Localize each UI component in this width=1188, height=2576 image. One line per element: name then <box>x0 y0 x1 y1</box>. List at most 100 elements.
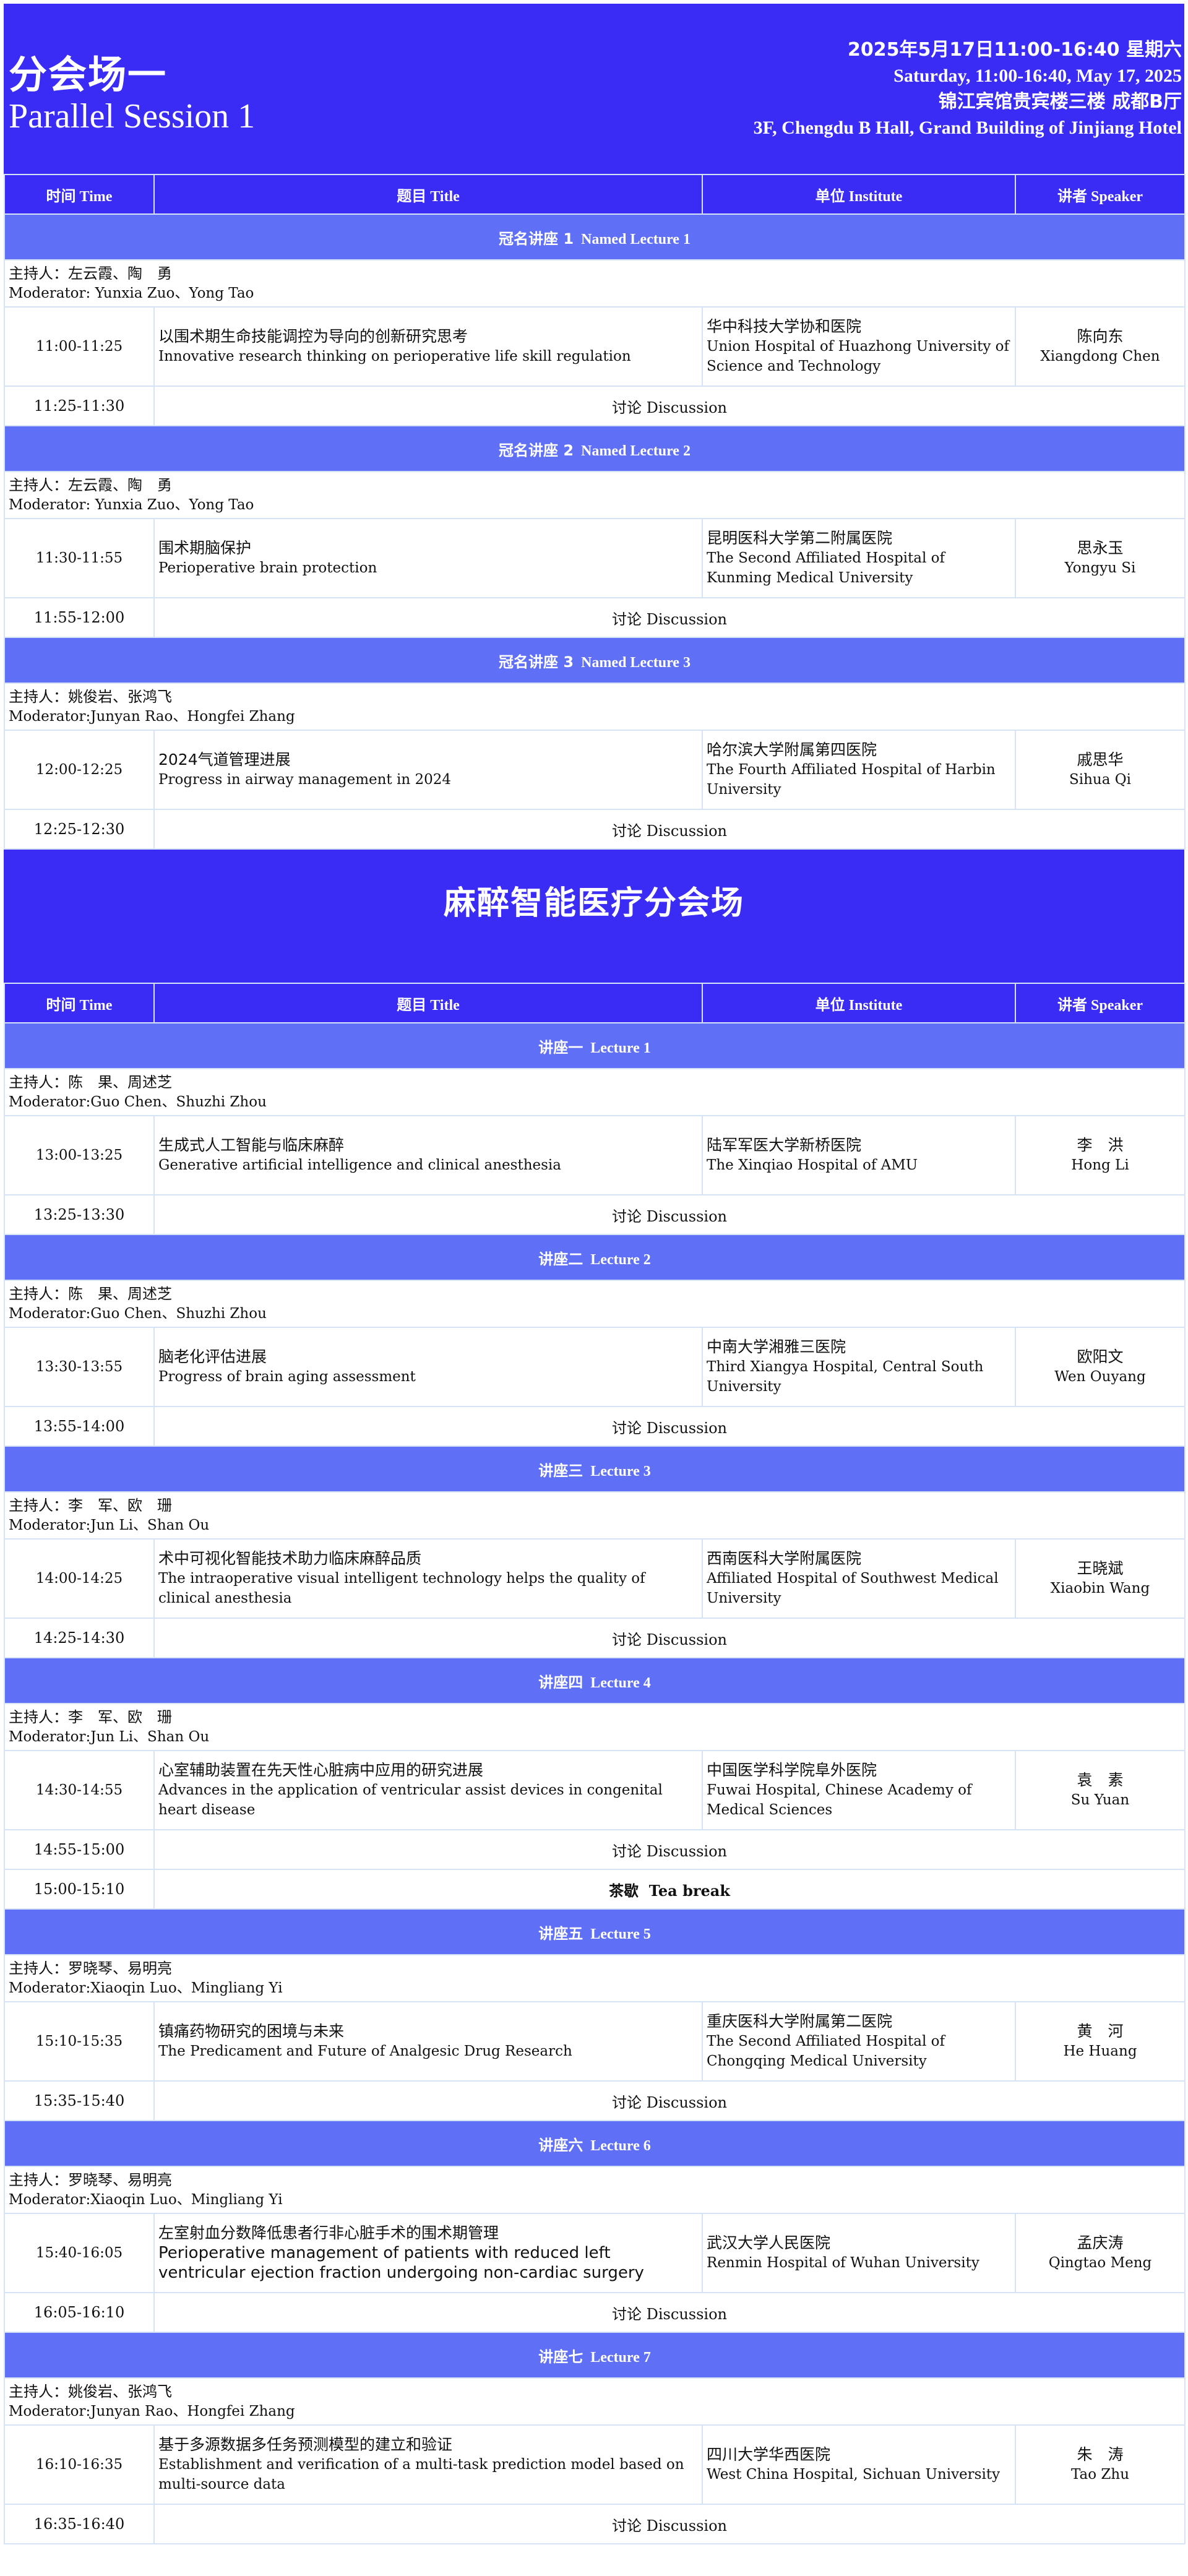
discussion-label: 讨论 Discussion <box>153 597 1186 638</box>
discussion-label: 讨论 Discussion <box>153 1618 1186 1658</box>
discussion-time: 13:25-13:30 <box>4 1194 155 1235</box>
lecture-label-en: Lecture 4 <box>590 1674 651 1691</box>
discussion-time: 16:05-16:10 <box>4 2292 155 2333</box>
discussion-label: 讨论 Discussion <box>153 1829 1186 1870</box>
break-label: 茶歇 Tea break <box>153 1869 1186 1910</box>
session1-title-en: Parallel Session 1 <box>9 97 256 136</box>
header-institute: 单位 Institute <box>702 983 1016 1023</box>
discussion-time: 12:25-12:30 <box>4 809 155 850</box>
discussion-time: 14:25-14:30 <box>4 1618 155 1658</box>
lecture-label-en: Lecture 5 <box>590 1926 651 1942</box>
speaker-zh: 袁 素 <box>1077 1771 1124 1789</box>
discussion-row: 13:55-14:00 讨论 Discussion <box>4 1406 1186 1447</box>
speaker-en: Sihua Qi <box>1069 772 1131 788</box>
moderator-en: Moderator: Yunxia Zuo、Yong Tao <box>9 285 254 301</box>
talk-title-en: Perioperative brain protection <box>158 560 377 576</box>
talk-title-zh: 心室辅助装置在先天性心脏病中应用的研究进展 <box>158 1761 484 1779</box>
session2-title: 麻醉智能医疗分会场 <box>443 885 744 922</box>
tea-break-row: 15:00-15:10 茶歇 Tea break <box>4 1869 1186 1910</box>
speaker-en: Yongyu Si <box>1064 560 1136 576</box>
discussion-row: 11:55-12:00 讨论 Discussion <box>4 597 1186 638</box>
table-row: 14:00-14:25 术中可视化智能技术助力临床麻醉品质 The intrao… <box>4 1538 1186 1619</box>
speaker-en: Qingtao Meng <box>1048 2255 1152 2271</box>
discussion-label: 讨论 Discussion <box>153 386 1186 426</box>
lecture-label-zh: 冠名讲座 3 <box>499 653 574 671</box>
moderator-en: Moderator: Yunxia Zuo、Yong Tao <box>9 497 254 513</box>
lecture-label-en: Lecture 2 <box>590 1251 651 1268</box>
institute-zh: 武汉大学人民医院 <box>707 2234 831 2252</box>
talk-institute: 中国医学科学院阜外医院 Fuwai Hospital, Chinese Acad… <box>702 1750 1016 1830</box>
talk-title: 镇痛药物研究的困境与未来 The Predicament and Future … <box>153 2001 703 2082</box>
session1-header: 分会场一 Parallel Session 1 2025年5月17日11:00-… <box>4 4 1184 174</box>
header-speaker: 讲者 Speaker <box>1015 983 1186 1023</box>
moderator-en: Moderator:Guo Chen、Shuzhi Zhou <box>9 1094 267 1110</box>
session1-title-zh: 分会场一 <box>9 52 168 97</box>
lecture-bar: 讲座三 Lecture 3 <box>4 1445 1186 1493</box>
lecture-bar: 讲座六 Lecture 6 <box>4 2120 1186 2167</box>
session1-table: 时间 Time 题目 Title 单位 Institute 讲者 Speaker… <box>4 174 1186 850</box>
speaker-zh: 王晓斌 <box>1077 1559 1124 1577</box>
lecture-bar: 讲座一 Lecture 1 <box>4 1022 1186 1069</box>
institute-zh: 昆明医科大学第二附属医院 <box>707 529 893 547</box>
lecture-bar: 冠名讲座 1 Named Lecture 1 <box>4 213 1186 261</box>
discussion-row: 13:25-13:30 讨论 Discussion <box>4 1194 1186 1235</box>
moderator-en: Moderator:Guo Chen、Shuzhi Zhou <box>9 1306 267 1322</box>
discussion-label: 讨论 Discussion <box>153 2504 1186 2544</box>
talk-title-zh: 基于多源数据多任务预测模型的建立和验证 <box>158 2436 453 2453</box>
header-time: 时间 Time <box>4 983 155 1023</box>
talk-time: 14:00-14:25 <box>4 1538 155 1619</box>
talk-title-en: Innovative research thinking on perioper… <box>158 348 631 364</box>
speaker-en: Su Yuan <box>1070 1792 1130 1808</box>
institute-en: West China Hospital, Sichuan University <box>707 2466 1001 2483</box>
talk-institute: 武汉大学人民医院 Renmin Hospital of Wuhan Univer… <box>702 2213 1016 2293</box>
speaker-zh: 黄 河 <box>1077 2022 1124 2040</box>
moderator-en: Moderator:Xiaoqin Luo、Mingliang Yi <box>9 1980 283 1996</box>
speaker-zh: 欧阳文 <box>1077 1348 1124 1366</box>
talk-title-en: Generative artificial intelligence and c… <box>158 1157 561 1173</box>
talk-institute: 西南医科大学附属医院 Affiliated Hospital of Southw… <box>702 1538 1016 1619</box>
institute-en: The Fourth Affiliated Hospital of Harbin… <box>707 762 996 798</box>
lecture-label-zh: 讲座六 <box>538 2136 583 2154</box>
header-title: 题目 Title <box>153 983 703 1023</box>
session2-header: 麻醉智能医疗分会场 <box>4 850 1184 983</box>
talk-title-zh: 围术期脑保护 <box>158 539 252 557</box>
talk-title-en: The intraoperative visual intelligent te… <box>158 1570 645 1606</box>
talk-title: 左室射血分数降低患者行非心脏手术的围术期管理 Perioperative man… <box>153 2213 703 2293</box>
talk-speaker: 孟庆涛 Qingtao Meng <box>1015 2213 1186 2293</box>
lecture-label-zh: 讲座五 <box>538 1924 583 1942</box>
talk-institute: 陆军军医大学新桥医院 The Xinqiao Hospital of AMU <box>702 1115 1016 1195</box>
talk-title: 术中可视化智能技术助力临床麻醉品质 The intraoperative vis… <box>153 1538 703 1619</box>
table-row: 12:00-12:25 2024气道管理进展 Progress in airwa… <box>4 730 1186 810</box>
talk-title-en: Advances in the application of ventricul… <box>158 1782 663 1818</box>
header-institute: 单位 Institute <box>702 174 1016 215</box>
session1-venue-en: 3F, Chengdu B Hall, Grand Building of Ji… <box>753 118 1182 138</box>
moderator-row: 主持人：姚俊岩、张鸿飞 Moderator:Junyan Rao、Hongfei… <box>4 683 1186 731</box>
table-row: 15:10-15:35 镇痛药物研究的困境与未来 The Predicament… <box>4 2001 1186 2082</box>
speaker-zh: 陈向东 <box>1077 327 1124 345</box>
talk-institute: 中南大学湘雅三医院 Third Xiangya Hospital, Centra… <box>702 1327 1016 1407</box>
table-row: 14:30-14:55 心室辅助装置在先天性心脏病中应用的研究进展 Advanc… <box>4 1750 1186 1830</box>
institute-en: The Second Affiliated Hospital of Chongq… <box>707 2033 945 2069</box>
talk-institute: 华中科技大学协和医院 Union Hospital of Huazhong Un… <box>702 306 1016 387</box>
moderator-zh: 主持人：李 军、欧 珊 <box>9 1497 172 1514</box>
speaker-zh: 戚思华 <box>1077 751 1124 769</box>
talk-title: 2024气道管理进展 Progress in airway management… <box>153 730 703 810</box>
moderator-row: 主持人：左云霞、陶 勇 Moderator: Yunxia Zuo、Yong T… <box>4 259 1186 308</box>
talk-speaker: 欧阳文 Wen Ouyang <box>1015 1327 1186 1407</box>
talk-institute: 昆明医科大学第二附属医院 The Second Affiliated Hospi… <box>702 518 1016 598</box>
lecture-bar: 讲座五 Lecture 5 <box>4 1908 1186 1955</box>
talk-time: 14:30-14:55 <box>4 1750 155 1830</box>
moderator-zh: 主持人：姚俊岩、张鸿飞 <box>9 688 172 705</box>
session1-date-en: Saturday, 11:00-16:40, May 17, 2025 <box>893 66 1182 86</box>
talk-speaker: 朱 涛 Tao Zhu <box>1015 2424 1186 2505</box>
discussion-time: 13:55-14:00 <box>4 1406 155 1447</box>
lecture-label-zh: 讲座一 <box>538 1038 583 1056</box>
talk-time: 13:30-13:55 <box>4 1327 155 1407</box>
moderator-row: 主持人：罗晓琴、易明亮 Moderator:Xiaoqin Luo、Mingli… <box>4 2166 1186 2214</box>
moderator-zh: 主持人：李 军、欧 珊 <box>9 1708 172 1726</box>
speaker-en: Xiaobin Wang <box>1050 1580 1150 1596</box>
talk-title: 脑老化评估进展 Progress of brain aging assessme… <box>153 1327 703 1407</box>
institute-en: The Second Affiliated Hospital of Kunmin… <box>707 550 945 586</box>
header-title: 题目 Title <box>153 174 703 215</box>
discussion-row: 12:25-12:30 讨论 Discussion <box>4 809 1186 850</box>
